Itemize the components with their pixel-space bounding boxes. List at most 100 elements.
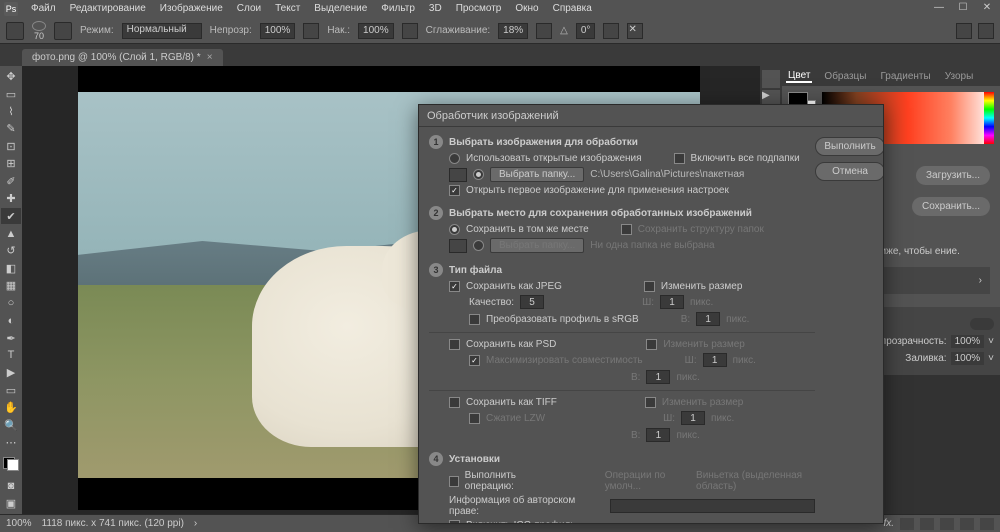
close-tab-icon[interactable]: × — [207, 52, 213, 63]
quick-select-tool[interactable]: ✎ — [1, 121, 21, 136]
dodge-tool[interactable]: ◐ — [1, 313, 21, 328]
move-tool[interactable]: ✥ — [1, 69, 21, 84]
menu-edit[interactable]: Редактирование — [63, 0, 153, 18]
group-icon[interactable] — [940, 518, 954, 530]
menu-help[interactable]: Справка — [546, 0, 599, 18]
run-button[interactable]: Выполнить — [815, 137, 883, 156]
load-button[interactable]: Загрузить... — [916, 166, 990, 185]
hue-strip[interactable] — [984, 92, 994, 144]
tool-preset-icon[interactable] — [6, 22, 24, 40]
layer-opacity-value[interactable]: 100% — [951, 335, 985, 348]
history-brush-tool[interactable]: ↺ — [1, 243, 21, 258]
brush-panel-icon[interactable] — [54, 22, 72, 40]
srgb-checkbox[interactable] — [469, 314, 480, 325]
include-subfolders-checkbox[interactable] — [674, 153, 685, 164]
menu-window[interactable]: Окно — [508, 0, 545, 18]
lasso-tool[interactable]: ⌇ — [1, 104, 21, 119]
resize-jpeg-checkbox[interactable] — [644, 281, 655, 292]
choose-folder-button[interactable]: Выбрать папку... — [490, 167, 584, 182]
choose-folder-radio[interactable] — [473, 169, 484, 180]
zoom-tool[interactable]: 🔍 — [1, 417, 21, 432]
stamp-tool[interactable]: ▲ — [1, 226, 21, 241]
max-compat-checkbox — [469, 355, 480, 366]
brush-tool[interactable]: ✔ — [1, 208, 21, 223]
menu-filter[interactable]: Фильтр — [374, 0, 422, 18]
resize-tiff-checkbox — [645, 397, 656, 408]
menu-file[interactable]: Файл — [24, 0, 63, 18]
eraser-tool[interactable]: ◧ — [1, 261, 21, 276]
mode-select[interactable]: Нормальный — [122, 23, 202, 39]
app-logo: Ps — [4, 2, 18, 16]
menu-type[interactable]: Текст — [268, 0, 307, 18]
type-tool[interactable]: T — [1, 348, 21, 363]
filter-toggle[interactable] — [970, 318, 994, 330]
gradient-tool[interactable]: ▦ — [1, 278, 21, 293]
save-tiff-checkbox[interactable] — [449, 397, 460, 408]
hand-tool[interactable]: ✋ — [1, 400, 21, 415]
screen-mode[interactable]: ▣ — [1, 495, 21, 510]
tab-color[interactable]: Цвет — [786, 70, 812, 83]
adjustment-icon[interactable] — [920, 518, 934, 530]
open-first-checkbox[interactable] — [449, 185, 460, 196]
eyedropper-tool[interactable]: ✐ — [1, 174, 21, 189]
smoothing-options-icon[interactable] — [536, 23, 552, 39]
icc-profile-checkbox[interactable] — [449, 520, 460, 523]
zoom-level[interactable]: 100% — [6, 518, 32, 529]
window-maximize[interactable]: ☐ — [952, 0, 974, 14]
edit-toolbar[interactable]: ⋯ — [1, 435, 21, 450]
share-icon[interactable] — [978, 23, 994, 39]
frame-tool[interactable]: ⊞ — [1, 156, 21, 171]
save-button[interactable]: Сохранить... — [912, 197, 990, 216]
document-dimensions[interactable]: 1118 пикс. x 741 пикс. (120 ppi) — [42, 518, 184, 529]
menu-view[interactable]: Просмотр — [449, 0, 509, 18]
path-select-tool[interactable]: ▶ — [1, 365, 21, 380]
menubar: Ps Файл Редактирование Изображение Слои … — [0, 0, 1000, 18]
quick-mask[interactable]: ◙ — [1, 478, 21, 493]
menu-image[interactable]: Изображение — [153, 0, 230, 18]
run-action-checkbox[interactable] — [449, 476, 459, 487]
chevron-right-icon[interactable]: › — [979, 273, 982, 288]
layer-fill-value[interactable]: 100% — [951, 352, 985, 365]
flow-value[interactable]: 100% — [358, 23, 394, 39]
jpeg-quality-input[interactable] — [520, 295, 544, 309]
save-jpeg-checkbox[interactable] — [449, 281, 460, 292]
fx-icon[interactable]: fx. — [883, 518, 894, 530]
crop-tool[interactable]: ⊡ — [1, 139, 21, 154]
menu-layer[interactable]: Слои — [230, 0, 268, 18]
airbrush-icon[interactable] — [402, 23, 418, 39]
angle-value[interactable]: 0° — [576, 23, 596, 39]
shape-tool[interactable]: ▭ — [1, 383, 21, 398]
menu-3d[interactable]: 3D — [422, 0, 449, 18]
use-open-radio[interactable] — [449, 153, 460, 164]
save-psd-checkbox[interactable] — [449, 339, 460, 350]
window-minimize[interactable]: — — [928, 0, 950, 14]
trash-icon[interactable] — [980, 518, 994, 530]
dest-folder-radio[interactable] — [473, 240, 484, 251]
color-swatches[interactable] — [3, 457, 19, 471]
tab-swatches[interactable]: Образцы — [822, 71, 868, 82]
search-icon[interactable] — [956, 23, 972, 39]
window-close[interactable]: ✕ — [976, 0, 998, 14]
new-layer-icon[interactable] — [960, 518, 974, 530]
pressure-opacity-icon[interactable] — [303, 23, 319, 39]
copyright-input[interactable] — [610, 499, 815, 513]
pen-tool[interactable]: ✒ — [1, 330, 21, 345]
opacity-value[interactable]: 100% — [260, 23, 296, 39]
tab-patterns[interactable]: Узоры — [943, 71, 976, 82]
same-location-radio[interactable] — [449, 224, 460, 235]
cancel-button[interactable]: Отмена — [815, 162, 883, 181]
tab-gradients[interactable]: Градиенты — [878, 71, 932, 82]
pressure-size-icon[interactable] — [603, 23, 619, 39]
smoothing-value[interactable]: 18% — [498, 23, 528, 39]
marquee-tool[interactable]: ▭ — [1, 86, 21, 101]
image-processor-dialog: Обработчик изображений 1Выбрать изображе… — [418, 104, 884, 524]
collapsed-panel-icon[interactable] — [762, 70, 780, 88]
brush-size[interactable]: 70 — [34, 31, 44, 41]
document-tab[interactable]: фото.png @ 100% (Слой 1, RGB/8) * × — [22, 49, 223, 66]
resize-psd-checkbox — [646, 339, 657, 350]
healing-tool[interactable]: ✚ — [1, 191, 21, 206]
mask-icon[interactable] — [900, 518, 914, 530]
menu-select[interactable]: Выделение — [307, 0, 374, 18]
symmetry-icon[interactable]: ✕ — [627, 23, 643, 39]
blur-tool[interactable]: ○ — [1, 295, 21, 310]
